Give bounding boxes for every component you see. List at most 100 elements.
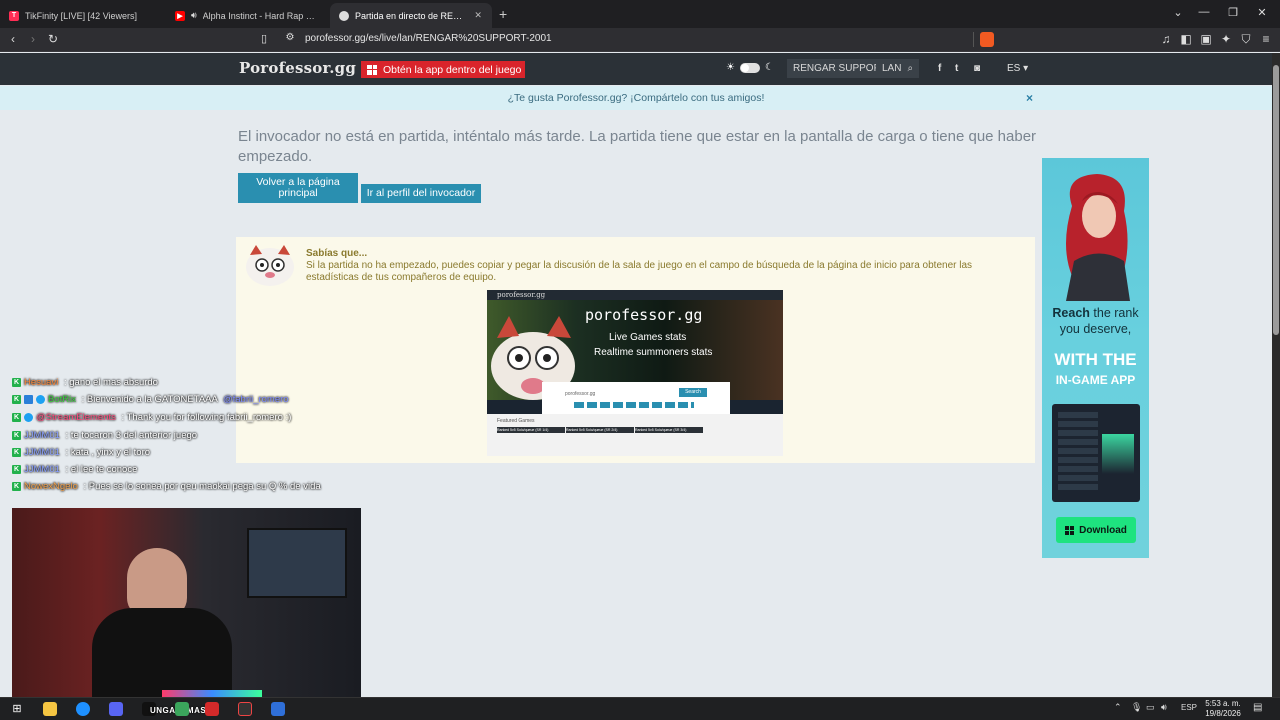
summoner-search[interactable]: LAN ⌕	[787, 59, 919, 78]
sidebar-icon[interactable]: ◧	[1178, 32, 1194, 46]
leo-ai-icon[interactable]: ✦	[1218, 32, 1234, 46]
promo-mini-logo: porofessor.gg	[497, 291, 546, 299]
search-input[interactable]	[793, 63, 876, 74]
language-label: ES	[1007, 63, 1021, 74]
tab-list-chevron-icon[interactable]: ⌄	[1170, 6, 1186, 19]
start-icon[interactable]: ⊞	[10, 702, 24, 716]
chat-username: BotRix	[48, 394, 76, 405]
media-icon[interactable]: ♫	[1158, 32, 1174, 46]
wallet-icon[interactable]: ▣	[1198, 32, 1214, 46]
kick-badge-icon: K	[12, 378, 21, 387]
promo-search-input: porofessor.gg	[565, 391, 596, 397]
poro-mascot-icon	[246, 245, 294, 286]
facebook-icon[interactable]: f	[938, 63, 941, 74]
kick-badge-icon: K	[12, 448, 21, 457]
tab-tikfinity[interactable]: T TikFinity [LIVE] [42 Viewers]	[0, 3, 166, 28]
promo-region-buttons	[574, 402, 694, 408]
clock-date: 19/8/2026	[1205, 709, 1241, 718]
ad-headline: WITH THE	[1054, 350, 1137, 369]
moderator-badge-icon	[24, 395, 33, 404]
youtube-icon: ▶	[175, 10, 185, 21]
language-selector[interactable]: ES ▾	[1007, 63, 1028, 74]
promo-logo: porofessor.gg	[585, 306, 703, 324]
close-window-icon[interactable]: ✕	[1254, 6, 1270, 19]
chat-text: : Bienvenido a la GATONETAAA	[78, 394, 220, 405]
obs-icon[interactable]	[238, 702, 252, 716]
porofessor-logo[interactable]: Porofessor.gg	[239, 59, 356, 77]
clock-time: 5:53 a. m.	[1205, 699, 1241, 708]
back-icon[interactable]: ‹	[5, 32, 21, 46]
chat-text: : Thank you for following fabrii_romero …	[118, 412, 292, 423]
chat-message: K JJMM01 : kata , yinx y el toro	[12, 447, 150, 458]
chat-text: : kata , yinx y el toro	[62, 447, 151, 458]
search-icon[interactable]: ⌕	[907, 63, 913, 74]
chat-username: @StreamElements	[36, 412, 116, 423]
get-app-label: Obtén la app dentro del juego	[383, 63, 522, 76]
verified-badge-icon	[24, 413, 33, 422]
network-icon[interactable]: ▭	[1146, 702, 1155, 713]
share-banner: ¿Te gusta Porofessor.gg? ¡Compártelo con…	[0, 86, 1272, 110]
tray-chevron-icon[interactable]: ⌃	[1114, 702, 1122, 713]
edge-icon[interactable]	[76, 702, 90, 716]
tab-label: Alpha Instinct - Hard Rap Rock W	[202, 10, 321, 21]
microphone-icon[interactable]: 🎙︎	[1131, 702, 1142, 713]
twitter-icon[interactable]: t	[955, 63, 958, 74]
reload-icon[interactable]: ↻	[45, 32, 61, 46]
tip-text: Si la partida no ha empezado, puedes cop…	[306, 260, 973, 283]
vpn-icon[interactable]: ⛉	[1238, 32, 1254, 47]
promo-screenshot: porofessor.gg porofessor.gg Live Games s…	[487, 290, 783, 456]
bookmark-icon[interactable]: ▯	[256, 32, 272, 45]
theme-toggle[interactable]: ☀ ☾	[726, 62, 774, 73]
share-text[interactable]: ¿Te gusta Porofessor.gg? ¡Compártelo con…	[508, 92, 765, 104]
chat-message: K BotRix : Bienvenido a la GATONETAAA @fa…	[12, 394, 289, 405]
summoner-profile-button[interactable]: Ir al perfil del invocador	[361, 184, 481, 203]
taskbar-clock[interactable]: 5:53 a. m. 19/8/2026	[1203, 699, 1243, 719]
not-in-game-message: El invocador no está en partida, inténta…	[238, 128, 1037, 165]
volume-icon[interactable]: 🔊︎	[1161, 702, 1167, 713]
ad-banner[interactable]: Reach the rank you deserve, WITH THE IN-…	[1042, 158, 1149, 558]
forward-icon[interactable]: ›	[25, 32, 41, 46]
chrome-icon[interactable]	[175, 702, 189, 716]
ad-tagline-bold: Reach	[1052, 306, 1090, 320]
katarina-art	[1066, 174, 1130, 301]
back-home-button[interactable]: Volver a la página principal	[238, 173, 358, 203]
ad-download-button[interactable]: Download	[1056, 517, 1136, 543]
windows-taskbar: ⊞ UNGATOMASS ⌃ 🎙︎ ▭ 🔊︎ ESP 5:53 a. m. 19…	[0, 697, 1280, 720]
webcam-monitor	[247, 528, 347, 598]
divider	[973, 32, 974, 47]
ad-subheadline: IN-GAME APP	[1055, 373, 1136, 387]
region-selector[interactable]: LAN	[882, 63, 901, 74]
get-app-button[interactable]: Obtén la app dentro del juego	[361, 61, 525, 78]
new-tab-button[interactable]: +	[499, 6, 507, 22]
chat-text: : gano el mas absurdo	[61, 377, 158, 388]
site-info-icon[interactable]: ⚙	[282, 32, 298, 43]
promo-line2: Realtime summoners stats	[594, 347, 713, 358]
tab-porofessor[interactable]: Partida en directo de RENGAR S ✕	[330, 3, 492, 28]
scrollbar-thumb[interactable]	[1273, 65, 1279, 335]
ad-download-label: Download	[1079, 524, 1127, 536]
file-explorer-icon[interactable]	[43, 702, 57, 716]
discord-icon[interactable]	[109, 702, 123, 716]
notifications-icon[interactable]: ▤	[1253, 702, 1262, 713]
app-icon[interactable]	[271, 702, 285, 716]
promo-line1: Live Games stats	[609, 332, 687, 343]
brave-shield-icon[interactable]	[980, 32, 994, 47]
windows-icon	[1065, 525, 1075, 535]
promo-search-box	[542, 382, 730, 414]
promo-search-button: Search	[679, 388, 707, 397]
chat-username: JJMM01	[24, 447, 60, 458]
address-bar[interactable]: porofessor.gg/es/live/lan/RENGAR%20SUPPO…	[305, 33, 552, 44]
page-scrollbar[interactable]	[1272, 53, 1280, 697]
maximize-icon[interactable]: ❐	[1225, 6, 1241, 19]
riot-icon[interactable]	[205, 702, 219, 716]
tab-youtube[interactable]: ▶ 🔊︎ Alpha Instinct - Hard Rap Rock W	[166, 3, 330, 28]
toggle-switch[interactable]	[739, 62, 760, 73]
close-tab-icon[interactable]: ✕	[473, 10, 483, 21]
minimize-icon[interactable]: —	[1196, 6, 1212, 18]
discord-icon[interactable]: ◙	[974, 63, 980, 74]
input-language[interactable]: ESP	[1181, 703, 1197, 712]
menu-icon[interactable]: ≡	[1258, 32, 1274, 46]
tab-label: TikFinity [LIVE] [42 Viewers]	[25, 10, 138, 21]
tikfinity-icon: T	[9, 10, 19, 21]
close-banner-button[interactable]: ×	[1026, 86, 1033, 110]
